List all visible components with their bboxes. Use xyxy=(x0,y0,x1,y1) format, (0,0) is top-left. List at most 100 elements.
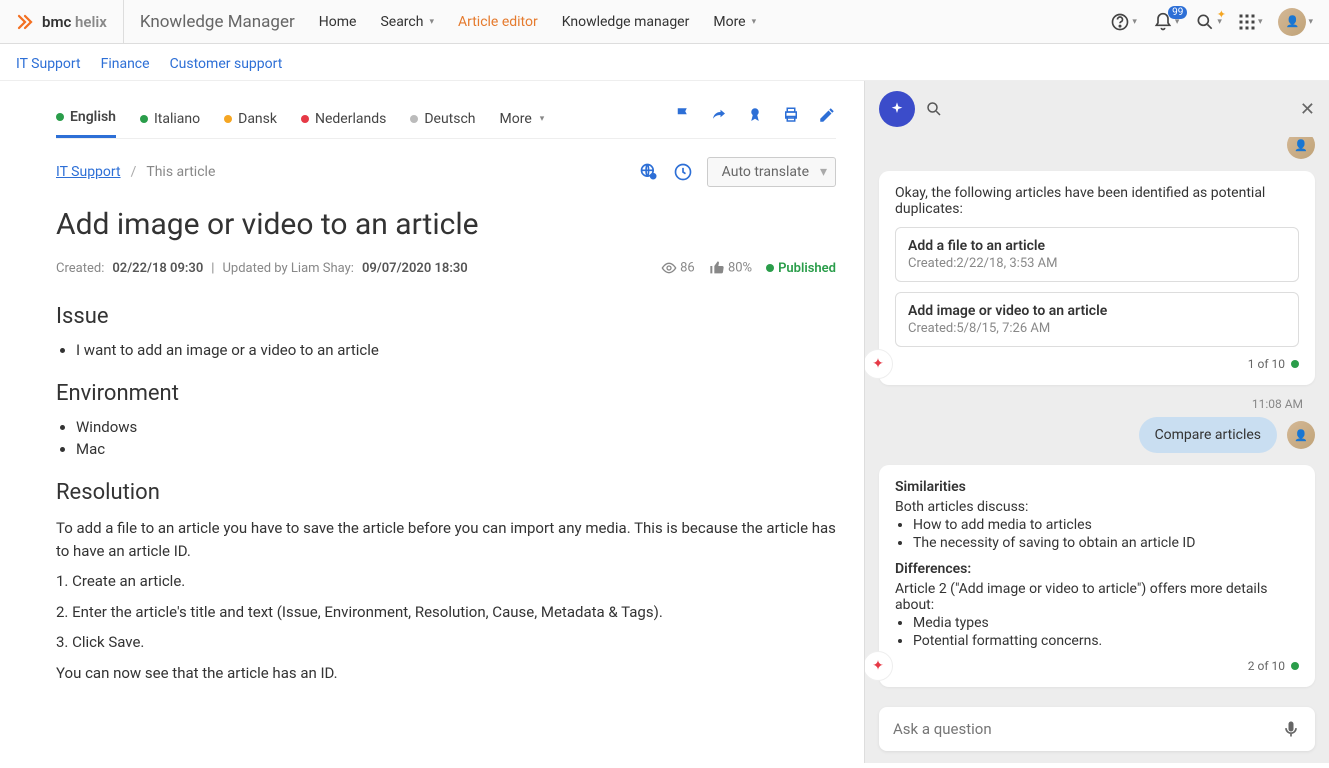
help-button[interactable]: ▾ xyxy=(1110,12,1137,32)
rating-value: 80% xyxy=(728,260,752,275)
brand-bmc: bmc xyxy=(42,13,71,31)
resolution-step: You can now see that the article has an … xyxy=(56,662,836,685)
sparkle-icon: ✦ xyxy=(1217,8,1226,21)
result-meta: Created:2/22/18, 3:53 AM xyxy=(908,256,1286,271)
lang-label: More xyxy=(500,111,532,127)
print-button[interactable] xyxy=(782,106,800,124)
env-item: Mac xyxy=(76,440,836,458)
lang-label: Italiano xyxy=(154,111,200,127)
chevron-down-icon: ▾ xyxy=(429,17,434,27)
chevron-down-icon: ▾ xyxy=(752,17,757,27)
chat-close-button[interactable]: ✕ xyxy=(1300,99,1315,120)
history-icon xyxy=(673,162,693,182)
avatar: 👤 xyxy=(1278,8,1306,36)
duplicate-result[interactable]: Add a file to an article Created:2/22/18… xyxy=(895,227,1299,282)
views: 86 xyxy=(661,260,695,276)
profile-button[interactable]: 👤▾ xyxy=(1278,8,1313,36)
created-date: 02/22/18 09:30 xyxy=(112,261,203,276)
chevron-down-icon: ▾ xyxy=(1258,17,1263,27)
result-meta: Created:5/8/15, 7:26 AM xyxy=(908,321,1286,336)
ai-badge: ✦ xyxy=(865,349,893,379)
lang-tab-dansk[interactable]: Dansk xyxy=(224,103,277,137)
flag-button[interactable] xyxy=(674,106,692,124)
ai-badge: ✦ xyxy=(865,651,893,681)
rating: 80% xyxy=(709,260,752,276)
lang-tab-more[interactable]: More▾ xyxy=(500,103,545,137)
status-dot-icon xyxy=(140,115,148,123)
mic-icon xyxy=(1281,719,1301,739)
avatar: 👤 xyxy=(1287,421,1315,449)
lang-tab-deutsch[interactable]: Deutsch xyxy=(410,103,475,137)
timestamp: 11:08 AM xyxy=(891,397,1303,411)
ai-assistant-button[interactable] xyxy=(879,91,915,127)
nav-search[interactable]: Search▾ xyxy=(380,14,434,30)
notifications-button[interactable]: 99▾ xyxy=(1153,12,1180,32)
sparkle-icon xyxy=(889,101,905,117)
help-icon xyxy=(1110,12,1130,32)
duplicate-result[interactable]: Add image or video to an article Created… xyxy=(895,292,1299,347)
assistant-message: Okay, the following articles have been i… xyxy=(879,171,1315,385)
edit-button[interactable] xyxy=(818,106,836,124)
chat-input-container xyxy=(879,707,1315,751)
brand-logo[interactable]: bmc helix xyxy=(16,0,124,43)
environment-heading: Environment xyxy=(56,381,836,406)
apps-button[interactable]: ▾ xyxy=(1238,13,1263,31)
difference-item: Media types xyxy=(913,615,1299,631)
award-button[interactable] xyxy=(746,106,764,124)
share-button[interactable] xyxy=(710,106,728,124)
eye-icon xyxy=(661,260,677,276)
similarities-intro: Both articles discuss: xyxy=(895,499,1299,515)
subnav-customer-support[interactable]: Customer support xyxy=(170,56,283,72)
lang-tab-english[interactable]: English xyxy=(56,101,116,138)
chevron-down-icon: ▾ xyxy=(1308,17,1313,27)
lang-label: English xyxy=(70,109,116,125)
user-message: Compare articles xyxy=(1139,417,1277,453)
nav-knowledge-manager[interactable]: Knowledge manager xyxy=(562,14,690,30)
auto-translate-dropdown[interactable]: Auto translate xyxy=(707,157,836,187)
subnav-it-support[interactable]: IT Support xyxy=(16,56,81,72)
differences-intro: Article 2 ("Add image or video to articl… xyxy=(895,581,1299,613)
search-icon xyxy=(1195,12,1215,32)
thumbs-up-icon xyxy=(709,260,725,276)
lang-label: Dansk xyxy=(238,111,277,127)
grid-icon xyxy=(1238,13,1256,31)
lang-tab-italiano[interactable]: Italiano xyxy=(140,103,200,137)
result-title: Add image or video to an article xyxy=(908,303,1286,319)
visibility-button[interactable] xyxy=(639,162,659,182)
award-icon xyxy=(746,106,764,124)
pagination: 2 of 10 xyxy=(1248,659,1285,673)
difference-item: Potential formatting concerns. xyxy=(913,633,1299,649)
nav-home[interactable]: Home xyxy=(319,14,357,30)
breadcrumb-root[interactable]: IT Support xyxy=(56,164,121,180)
mic-button[interactable] xyxy=(1281,719,1301,739)
share-icon xyxy=(710,106,728,124)
chevron-down-icon: ▾ xyxy=(1132,17,1137,27)
lang-label: Nederlands xyxy=(315,111,386,127)
search-icon xyxy=(925,100,943,118)
issue-item: I want to add an image or a video to an … xyxy=(76,341,836,359)
breadcrumb-current: This article xyxy=(146,164,215,180)
resolution-step: 2. Enter the article's title and text (I… xyxy=(56,601,836,624)
bmc-logo-icon xyxy=(16,13,34,31)
brand-helix: helix xyxy=(75,13,107,31)
lang-label: Deutsch xyxy=(424,111,475,127)
similarity-item: How to add media to articles xyxy=(913,517,1299,533)
assistant-text: Okay, the following articles have been i… xyxy=(895,185,1299,217)
nav-article-editor[interactable]: Article editor xyxy=(458,14,538,30)
env-item: Windows xyxy=(76,418,836,436)
lang-tab-nederlands[interactable]: Nederlands xyxy=(301,103,386,137)
similarity-item: The necessity of saving to obtain an art… xyxy=(913,535,1299,551)
notification-badge: 99 xyxy=(1168,6,1187,19)
status-dot-icon xyxy=(56,113,64,121)
status-label: Published xyxy=(778,261,836,276)
history-button[interactable] xyxy=(673,162,693,182)
print-icon xyxy=(782,106,800,124)
pencil-icon xyxy=(818,106,836,124)
chat-input[interactable] xyxy=(893,720,1281,738)
chat-search-button[interactable] xyxy=(925,100,943,118)
status-dot-icon xyxy=(224,115,232,123)
nav-more[interactable]: More▾ xyxy=(713,14,756,30)
search-button[interactable]: ✦▾ xyxy=(1195,12,1222,32)
status-dot-icon xyxy=(1291,360,1299,368)
subnav-finance[interactable]: Finance xyxy=(101,56,150,72)
